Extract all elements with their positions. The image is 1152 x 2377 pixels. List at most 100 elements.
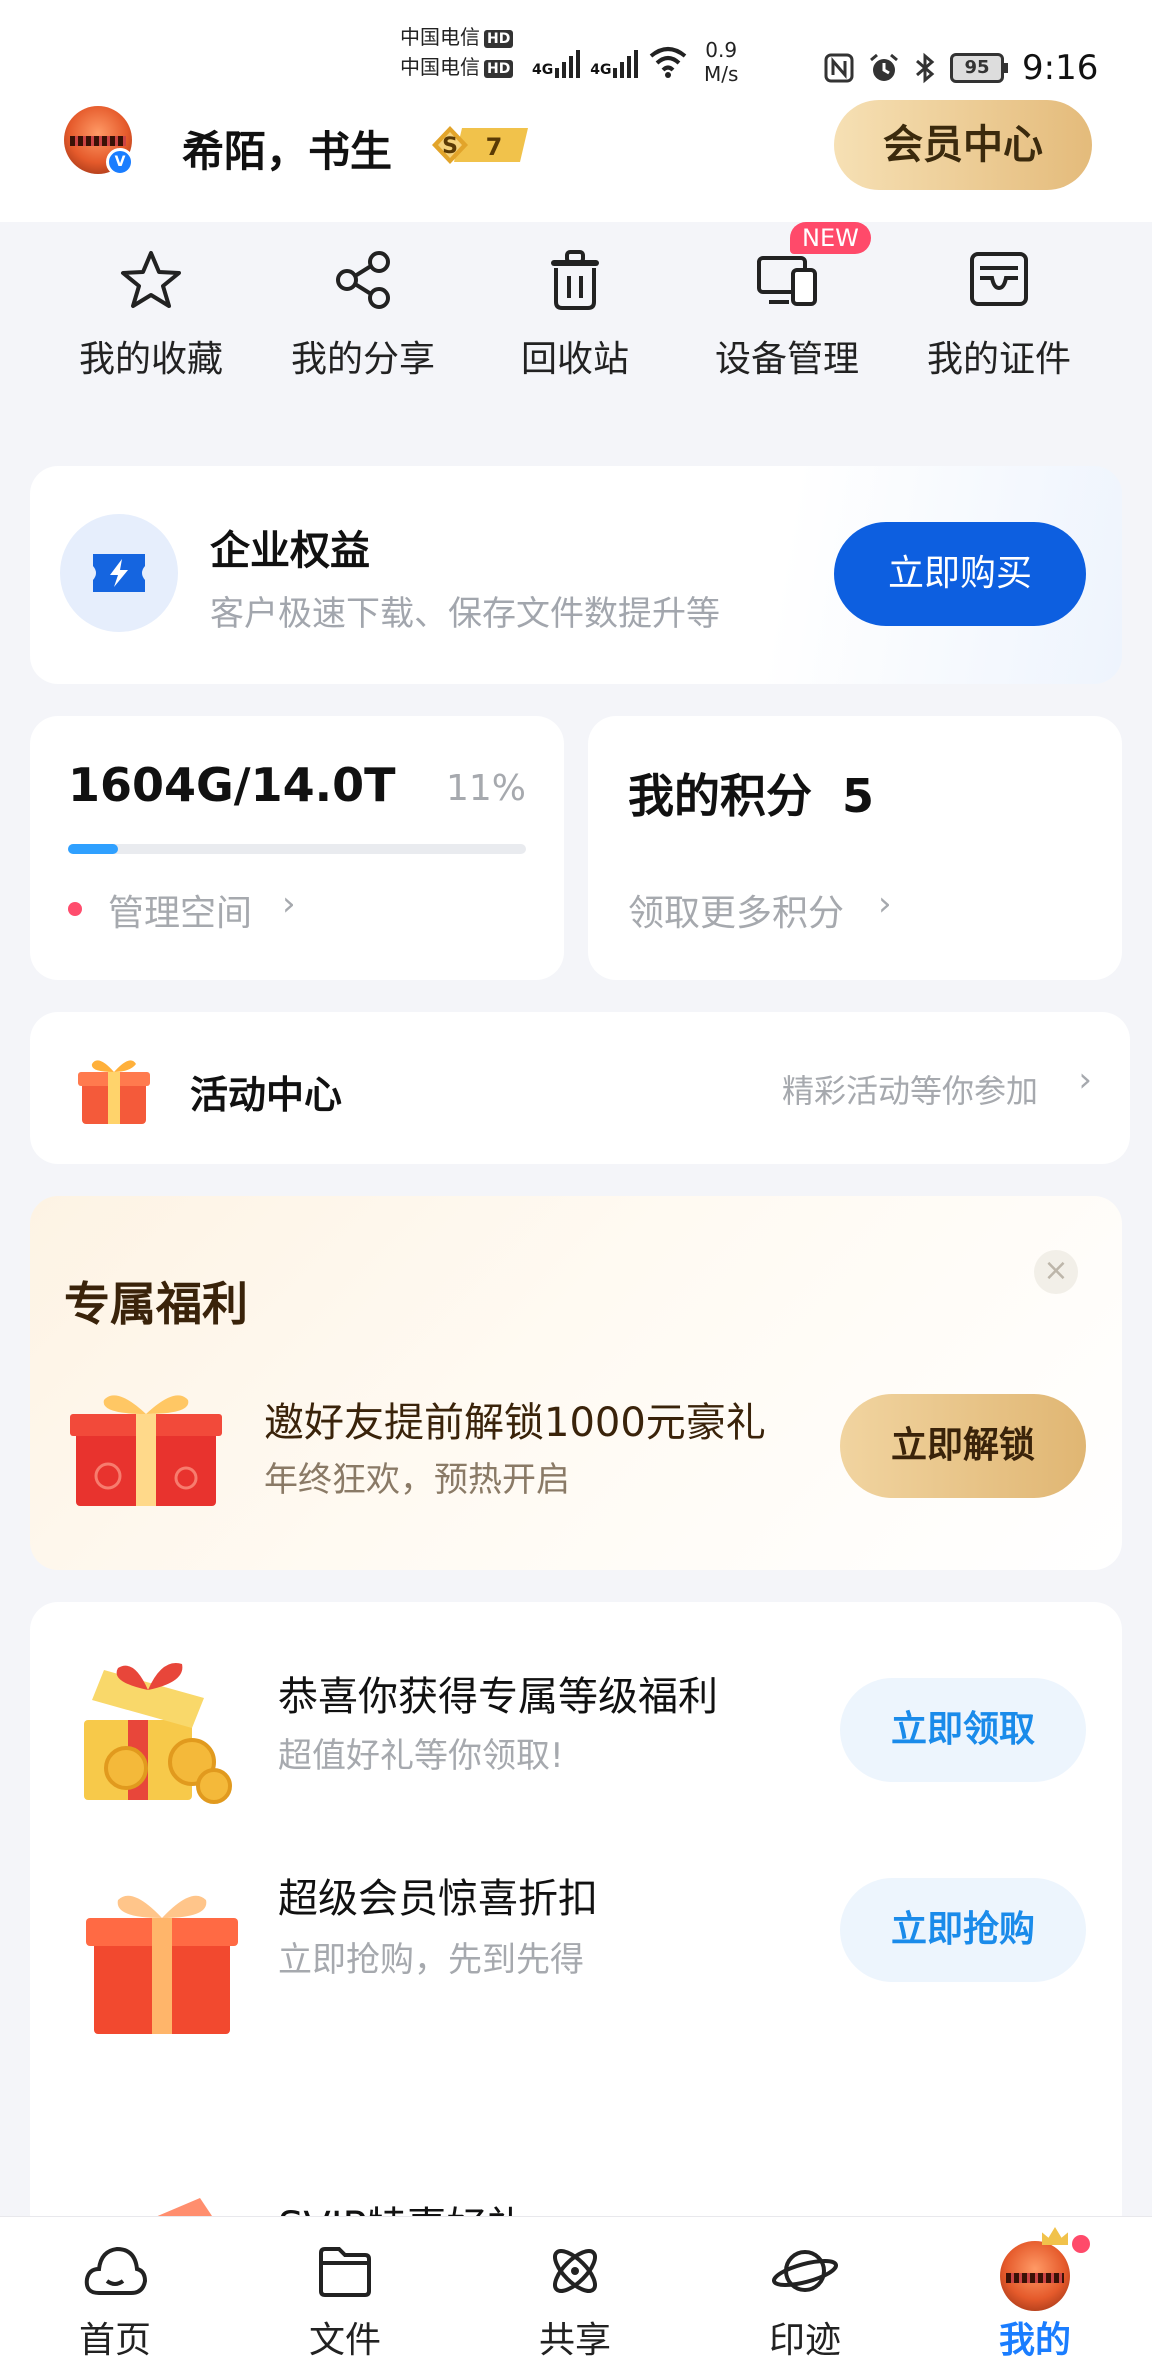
- benefit-title: 超级会员惊喜折扣: [278, 1876, 598, 1922]
- benefit-item-level[interactable]: 恭喜你获得专属等级福利 超值好礼等你领取! 立即领取: [30, 1602, 1122, 1852]
- close-icon[interactable]: ×: [1034, 1250, 1078, 1294]
- folder-icon: [319, 2247, 371, 2297]
- id-card-icon: [970, 252, 1028, 306]
- username[interactable]: 希陌，书生: [182, 118, 392, 179]
- level-number: 7: [486, 133, 503, 161]
- chevron-right-icon: ›: [878, 884, 892, 924]
- nav-files[interactable]: 文件: [270, 2241, 420, 2363]
- quick-action-label: 我的证件: [926, 339, 1071, 380]
- net-speed: 0.9 M/s: [704, 38, 739, 86]
- status-carriers: 中国电信 HD 中国电信 HD: [400, 22, 514, 82]
- carrier-2: 中国电信: [400, 55, 480, 79]
- points-label: 我的积分: [628, 769, 812, 823]
- exclusive-benefits-title: 专属福利: [64, 1277, 248, 1331]
- storage-usage: 1604G/14.0T: [68, 758, 396, 812]
- orange-gift-box-icon: [86, 1895, 238, 2034]
- vip-center-button[interactable]: 会员中心: [834, 100, 1092, 190]
- buy-now-button[interactable]: 立即购买: [834, 522, 1086, 626]
- activity-hint: 精彩活动等你参加: [781, 1072, 1038, 1110]
- notification-dot: [68, 902, 82, 916]
- chevron-right-icon: ›: [1078, 1060, 1092, 1100]
- benefit-subtitle: 立即抢购，先到先得: [278, 1940, 584, 1980]
- cloud-icon: [84, 2246, 147, 2295]
- status-icons: 95 9:16: [824, 48, 1098, 88]
- points-card[interactable]: 我的积分 5 领取更多积分 ›: [588, 716, 1122, 980]
- share-icon: [336, 251, 390, 309]
- new-badge: NEW: [790, 222, 871, 254]
- level-letter: S: [442, 134, 458, 159]
- storage-card[interactable]: 1604G/14.0T 11% 管理空间 ›: [30, 716, 564, 980]
- quick-action-recycle-bin[interactable]: 回收站: [480, 248, 670, 382]
- nav-mine[interactable]: 我的: [960, 2227, 1110, 2363]
- battery-tip: [1004, 63, 1008, 73]
- hd-badge: HD: [484, 59, 514, 78]
- nav-traces[interactable]: 印迹: [730, 2241, 880, 2363]
- nav-label: 文件: [308, 2320, 381, 2361]
- nav-label: 首页: [78, 2320, 151, 2361]
- benefit-subtitle: 超值好礼等你领取!: [278, 1736, 564, 1776]
- nav-label: 我的: [998, 2320, 1071, 2361]
- atom-icon: [553, 2249, 597, 2293]
- enterprise-title: 企业权益: [210, 528, 370, 574]
- buy-now-discount-button[interactable]: 立即抢购: [840, 1878, 1086, 1982]
- enterprise-icon-bg: [60, 514, 178, 632]
- signal-icon: [555, 44, 581, 78]
- enterprise-subtitle: 客户极速下载、保存文件数提升等: [210, 594, 720, 634]
- quick-action-label: 我的分享: [290, 339, 435, 380]
- planet-icon: [772, 2250, 838, 2292]
- get-more-points-link[interactable]: 领取更多积分: [628, 884, 844, 936]
- avatar-icon: [1000, 2227, 1070, 2311]
- quick-action-shares[interactable]: 我的分享: [268, 248, 458, 382]
- alarm-icon: [870, 53, 898, 81]
- net-type-1: 4G: [532, 62, 554, 78]
- devices-icon: [757, 256, 817, 306]
- storage-percent: 11%: [445, 768, 526, 809]
- level-badge-icon[interactable]: S 7: [428, 124, 530, 166]
- storage-progress-fill: [68, 844, 119, 854]
- bluetooth-icon: [916, 52, 935, 84]
- net-type-2: 4G: [590, 62, 612, 78]
- unlock-now-button[interactable]: 立即解锁: [840, 1394, 1086, 1498]
- star-icon: [121, 251, 181, 308]
- quick-action-id-documents[interactable]: 我的证件: [904, 248, 1094, 382]
- manage-space-link[interactable]: 管理空间: [108, 884, 252, 936]
- open-gift-coins-icon: [84, 1663, 232, 1804]
- quick-action-label: 我的收藏: [78, 339, 223, 380]
- claim-now-button[interactable]: 立即领取: [840, 1678, 1086, 1782]
- enterprise-card[interactable]: 企业权益 客户极速下载、保存文件数提升等 立即购买: [30, 466, 1122, 684]
- promo-subtitle: 年终狂欢，预热开启: [264, 1460, 570, 1500]
- carrier-1: 中国电信: [400, 25, 480, 49]
- invite-friends-promo: 邀好友提前解锁1000元豪礼: [264, 1400, 766, 1446]
- storage-progress-track: [68, 844, 526, 854]
- quick-action-label: 设备管理: [714, 339, 859, 380]
- verified-badge: V: [106, 148, 134, 176]
- points-value: 5: [842, 769, 875, 823]
- exclusive-benefits-card: × 专属福利 邀好友提前解锁1000元豪礼 年终狂欢，预热开启 立即解锁: [30, 1196, 1122, 1570]
- nav-label: 共享: [538, 2320, 611, 2361]
- notification-dot: [1072, 2235, 1090, 2253]
- quick-action-label: 回收站: [520, 339, 629, 380]
- hd-badge: HD: [484, 29, 514, 48]
- trash-icon: [551, 250, 599, 310]
- battery-level: 95: [950, 53, 1004, 83]
- quick-action-favorites[interactable]: 我的收藏: [56, 248, 246, 382]
- bottom-navigation: 首页 文件 共享 印迹 我的: [0, 2216, 1152, 2377]
- status-time: 9:16: [1022, 48, 1099, 88]
- ticket-bolt-icon: [93, 554, 145, 592]
- chevron-right-icon: ›: [282, 884, 296, 924]
- benefits-list-card: 恭喜你获得专属等级福利 超值好礼等你领取! 立即领取 超级会员惊喜折扣 立即抢购…: [30, 1602, 1122, 2242]
- activity-center-title: 活动中心: [190, 1073, 343, 1117]
- nav-label: 印迹: [768, 2320, 841, 2361]
- signal-indicators: 4G 4G: [532, 44, 688, 78]
- red-gift-box-icon: [70, 1395, 222, 1506]
- wifi-icon: [650, 47, 687, 78]
- activity-center-card[interactable]: 活动中心 精彩活动等你参加 ›: [30, 1012, 1130, 1164]
- nfc-icon: [824, 53, 854, 83]
- signal-icon: [613, 44, 639, 78]
- benefit-item-discount[interactable]: 超级会员惊喜折扣 立即抢购，先到先得 立即抢购: [30, 1852, 1122, 2102]
- benefit-title: 恭喜你获得专属等级福利: [278, 1674, 718, 1720]
- nav-home[interactable]: 首页: [40, 2241, 190, 2363]
- points-row: 我的积分 5: [628, 760, 874, 826]
- nav-share[interactable]: 共享: [500, 2241, 650, 2363]
- quick-action-devices[interactable]: 设备管理: [692, 248, 882, 382]
